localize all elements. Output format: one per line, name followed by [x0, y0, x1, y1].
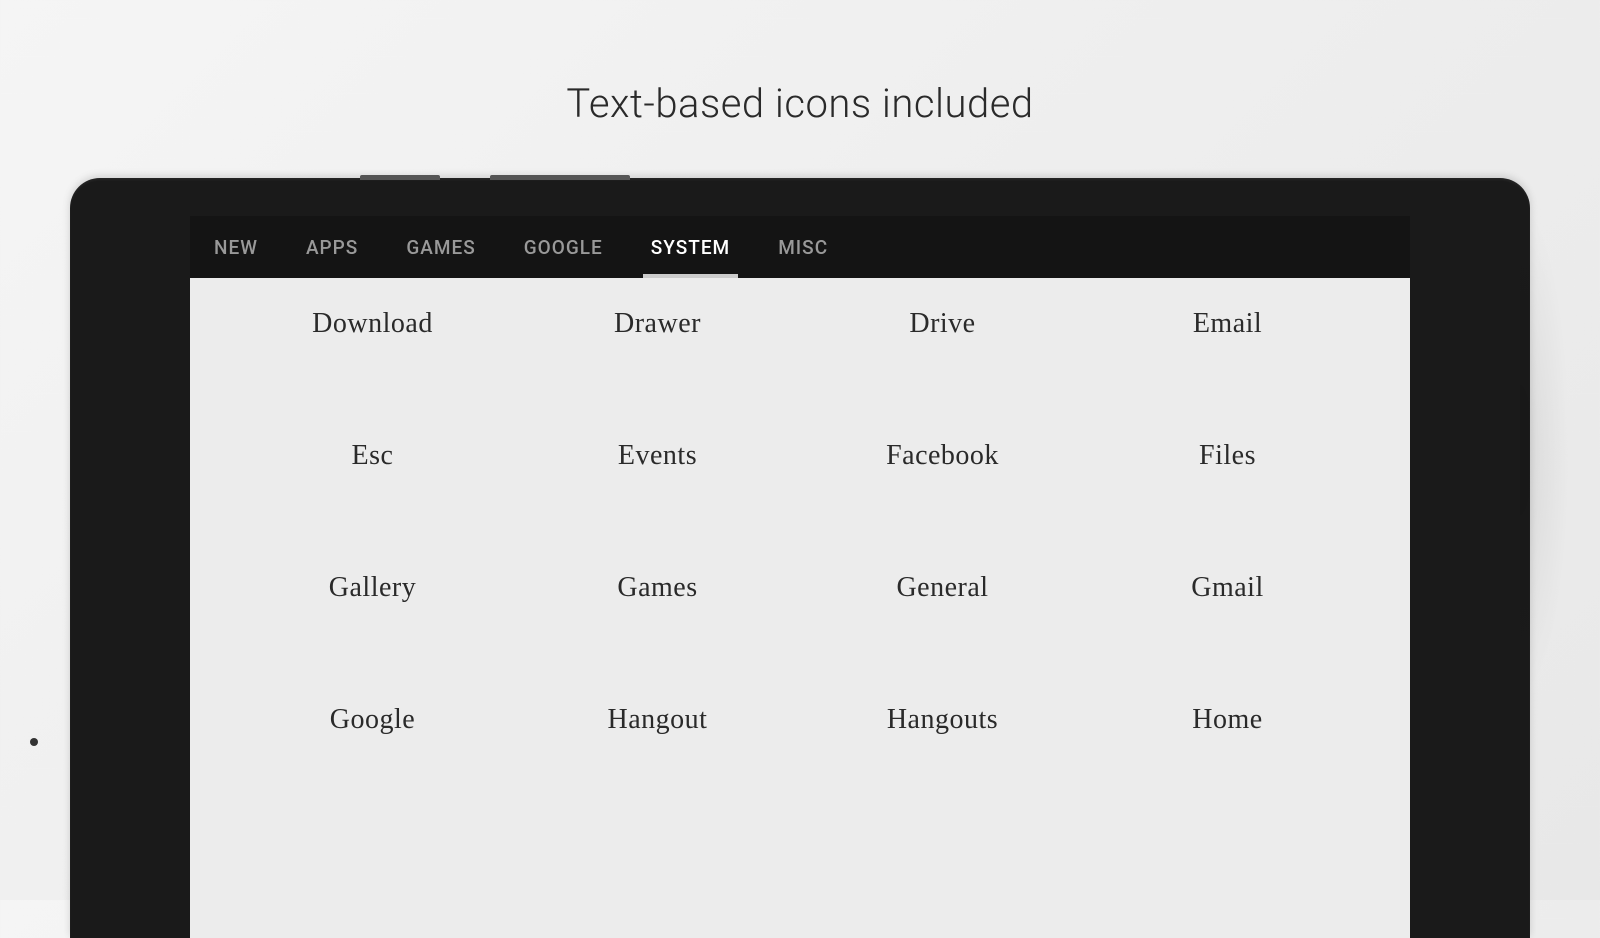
icon-email[interactable]: Email	[1085, 308, 1370, 340]
tablet-hardware-buttons	[360, 175, 630, 180]
tablet-screen: NEW APPS GAMES GOOGLE SYSTEM MISC Downlo…	[190, 216, 1410, 938]
icon-events[interactable]: Events	[515, 440, 800, 472]
tab-system[interactable]: SYSTEM	[627, 216, 754, 278]
icon-drawer[interactable]: Drawer	[515, 308, 800, 340]
icon-hangout[interactable]: Hangout	[515, 704, 800, 736]
icon-gmail[interactable]: Gmail	[1085, 572, 1370, 604]
tab-misc[interactable]: MISC	[754, 216, 852, 278]
tab-apps[interactable]: APPS	[282, 216, 382, 278]
icon-facebook[interactable]: Facebook	[800, 440, 1085, 472]
icon-grid: Download Drawer Drive Email Esc Events F…	[190, 278, 1410, 766]
tab-bar: NEW APPS GAMES GOOGLE SYSTEM MISC	[190, 216, 1410, 278]
tab-google[interactable]: GOOGLE	[500, 216, 627, 278]
icon-files[interactable]: Files	[1085, 440, 1370, 472]
tab-new[interactable]: NEW	[190, 216, 282, 278]
icon-games[interactable]: Games	[515, 572, 800, 604]
icon-download[interactable]: Download	[230, 308, 515, 340]
icon-general[interactable]: General	[800, 572, 1085, 604]
icon-hangouts[interactable]: Hangouts	[800, 704, 1085, 736]
icon-esc[interactable]: Esc	[230, 440, 515, 472]
icon-drive[interactable]: Drive	[800, 308, 1085, 340]
icon-home[interactable]: Home	[1085, 704, 1370, 736]
icon-gallery[interactable]: Gallery	[230, 572, 515, 604]
icon-google[interactable]: Google	[230, 704, 515, 736]
page-title: Text-based icons included	[0, 0, 1600, 187]
tab-games[interactable]: GAMES	[382, 216, 499, 278]
tablet-frame: NEW APPS GAMES GOOGLE SYSTEM MISC Downlo…	[70, 178, 1530, 938]
